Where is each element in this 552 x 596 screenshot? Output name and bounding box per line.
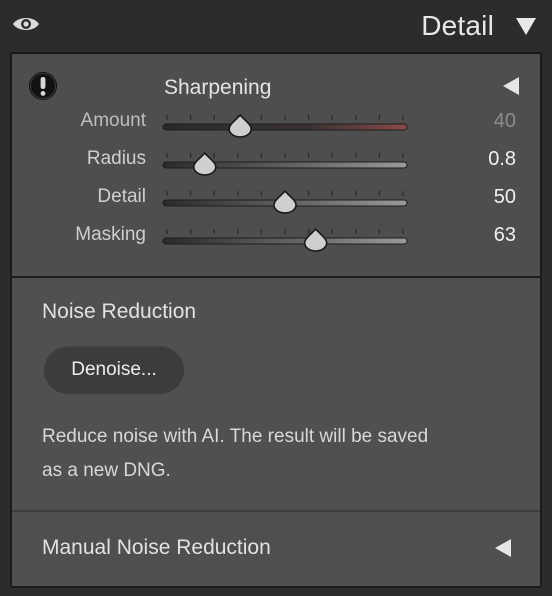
slider-label: Masking <box>75 224 146 245</box>
slider-value[interactable]: 0.8 <box>488 148 516 171</box>
slider-value[interactable]: 40 <box>494 110 516 133</box>
slider-track <box>162 123 408 131</box>
noise-reduction-title: Noise Reduction <box>42 300 197 323</box>
slider-label: Amount <box>80 110 146 131</box>
slider-thumb[interactable] <box>273 189 297 214</box>
slider-radius[interactable] <box>162 148 408 178</box>
detail-content: Sharpening Amount 40 Radius 0.8 Detail 50 Mask… <box>10 52 542 588</box>
triangle-down-icon[interactable] <box>515 16 537 36</box>
slider-row-amount: Amount 40 <box>12 110 540 148</box>
sharpening-title: Sharpening <box>164 76 272 99</box>
slider-row-detail: Detail 50 <box>12 186 540 224</box>
slider-label: Detail <box>97 186 146 207</box>
slider-value[interactable]: 63 <box>494 224 516 247</box>
slider-thumb[interactable] <box>228 113 252 138</box>
slider-amount[interactable] <box>162 110 408 140</box>
sharpening-section: Sharpening Amount 40 Radius 0.8 Detail 50 Mask… <box>12 54 540 278</box>
exclamation-icon[interactable] <box>28 71 58 101</box>
slider-masking[interactable] <box>162 224 408 254</box>
eye-icon[interactable] <box>12 14 40 34</box>
description-line-1: Reduce noise with AI. The result will be… <box>42 426 429 447</box>
slider-row-masking: Masking 63 <box>12 224 540 262</box>
noise-reduction-section: Noise Reduction Denoise... Reduce noise … <box>12 278 540 512</box>
manual-noise-reduction-section[interactable]: Manual Noise Reduction <box>12 512 540 586</box>
noise-reduction-description: Reduce noise with AI. The result will be… <box>42 420 512 488</box>
detail-panel: Detail Sharpening Amount 40 Radius 0.8 Detai… <box>0 0 552 596</box>
slider-value[interactable]: 50 <box>494 186 516 209</box>
manual-noise-reduction-title: Manual Noise Reduction <box>42 536 271 559</box>
slider-track <box>162 237 408 245</box>
slider-label: Radius <box>86 148 146 169</box>
triangle-left-icon[interactable] <box>494 538 512 558</box>
detail-header[interactable]: Detail <box>0 0 552 52</box>
slider-thumb[interactable] <box>192 151 217 176</box>
slider-detail[interactable] <box>162 186 408 216</box>
description-line-2: as a new DNG. <box>42 460 171 481</box>
triangle-left-icon[interactable] <box>502 76 520 96</box>
denoise-button[interactable]: Denoise... <box>44 346 184 394</box>
slider-row-radius: Radius 0.8 <box>12 148 540 186</box>
panel-title: Detail <box>421 10 494 41</box>
